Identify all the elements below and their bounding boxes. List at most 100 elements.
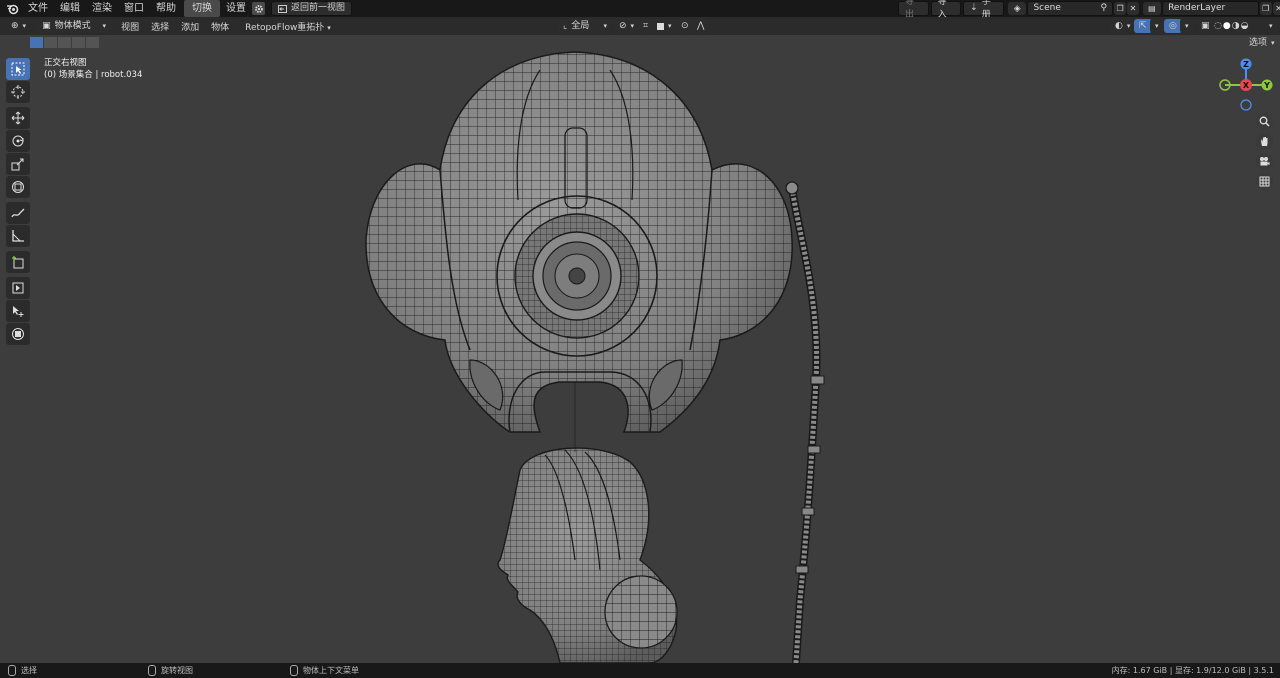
select-invert-icon[interactable] [72, 37, 85, 48]
perspective-toggle-button[interactable] [1256, 173, 1273, 190]
move-tool[interactable] [6, 107, 30, 129]
editor-type-icon: ⊕ [11, 21, 19, 31]
cursor-tool[interactable] [6, 81, 30, 103]
status-context-label: 物体上下文菜单 [303, 666, 359, 675]
blender-logo-icon[interactable] [4, 0, 20, 17]
visibility-dropdown[interactable]: ◐ ▾ [1110, 19, 1136, 33]
retopoflow-tool[interactable] [6, 277, 30, 299]
solid-shading-icon[interactable]: ● [1223, 19, 1231, 33]
gizmo-dropdown[interactable]: ▾ [1150, 19, 1164, 33]
measure-tool[interactable] [6, 225, 30, 247]
menu-view[interactable]: 视图 [115, 20, 145, 33]
rendered-shading-icon[interactable]: ◒ [1241, 19, 1249, 33]
mouse-middle-icon [148, 665, 156, 676]
gizmo-neg-z-axis[interactable] [1240, 99, 1252, 111]
rotate-tool[interactable] [6, 130, 30, 152]
zoom-button[interactable] [1256, 113, 1273, 130]
svg-text:X: X [1243, 81, 1250, 90]
mouse-right-icon [290, 665, 298, 676]
workspace-tab-switch[interactable]: 切换 [184, 0, 220, 17]
transform-orientation-dropdown[interactable]: ⌞ 全局 ▾ [558, 19, 612, 33]
scene-name-field[interactable]: Scene ⚲ [1027, 1, 1114, 16]
navigation-gizmo[interactable]: Z Y X [1214, 55, 1274, 115]
back-arrow-icon [278, 4, 287, 13]
wireframe-shading-icon[interactable]: ◌ [1214, 19, 1222, 33]
xray-icon: ▣ [1201, 21, 1210, 31]
back-to-previous-button[interactable]: 返回前一视图 [271, 1, 353, 16]
delete-layer-icon[interactable]: ✕ [1272, 2, 1280, 15]
cursor-plus-icon [13, 306, 24, 317]
menu-help[interactable]: 帮助 [150, 0, 182, 17]
menu-select[interactable]: 选择 [145, 20, 175, 33]
scale-tool[interactable] [6, 153, 30, 175]
options-dropdown[interactable]: 选项 ▾ [1244, 36, 1280, 50]
import-button[interactable]: 导入 [930, 0, 962, 20]
menu-add[interactable]: 添加 [175, 20, 205, 33]
snap-transform-tool[interactable] [6, 323, 30, 345]
camera-view-button[interactable] [1256, 153, 1273, 170]
snap-target-dropdown[interactable]: ▾ [652, 19, 677, 33]
menu-render[interactable]: 渲染 [86, 0, 118, 17]
snap-icon: ⌗ [643, 21, 649, 31]
overlays-dropdown[interactable]: ▾ [1180, 19, 1194, 33]
proportional-edit-toggle[interactable]: ⊙ [676, 19, 694, 33]
gizmo-toggle[interactable]: ⇱ [1134, 19, 1152, 33]
shading-dropdown[interactable]: ▾ [1264, 19, 1278, 33]
select-subtract-icon[interactable] [58, 37, 71, 48]
pan-button[interactable] [1256, 133, 1273, 150]
render-layer-icon[interactable]: ▤ [1142, 2, 1162, 15]
transform-tool[interactable] [6, 176, 30, 198]
tool-header: 选项 ▾ [0, 35, 1280, 51]
toolbar [6, 58, 32, 346]
viewport-info: 正交右视图 (0) 场景集合 | robot.034 [44, 57, 142, 81]
delete-scene-icon[interactable]: ✕ [1127, 2, 1139, 15]
hand-icon [1261, 137, 1268, 146]
scene-name: Scene [1033, 3, 1061, 13]
material-shading-icon[interactable]: ◑ [1232, 19, 1240, 33]
snap-toggle[interactable]: ⌗ [638, 19, 654, 33]
scene-icon[interactable]: ◈ [1008, 2, 1027, 15]
retopoflow-menu[interactable]: RetopoFlow重拓扑 ▾ [239, 20, 337, 33]
snap-transform-icon [12, 328, 24, 340]
gear-icon[interactable] [252, 2, 265, 15]
pin-icon[interactable]: ⚲ [1100, 2, 1107, 15]
pivot-dropdown[interactable]: ⊘ ▾ [614, 19, 640, 33]
snap-target-icon [657, 22, 664, 30]
new-scene-icon[interactable]: ❐ [1114, 2, 1127, 15]
new-layer-icon[interactable]: ❐ [1259, 2, 1272, 15]
collection-info: (0) 场景集合 | robot.034 [44, 70, 143, 80]
shading-modes[interactable]: ◌ ● ◑ ◒ [1212, 19, 1251, 33]
menu-edit[interactable]: 编辑 [54, 0, 86, 17]
select-extend-icon[interactable] [44, 37, 57, 48]
overlays-icon: ◎ [1169, 21, 1177, 31]
helmet-mesh[interactable] [365, 51, 793, 433]
svg-text:Y: Y [1263, 81, 1270, 90]
export-button[interactable]: 导出 [898, 0, 929, 20]
mode-dropdown[interactable]: ▣ 物体模式 ▾ [37, 19, 112, 33]
menu-window[interactable]: 窗口 [118, 0, 150, 17]
character-head-mesh[interactable] [497, 447, 678, 663]
menu-object[interactable]: 物体 [205, 20, 235, 33]
rotate-icon [12, 135, 24, 147]
render-layer-field[interactable]: RenderLayer [1162, 1, 1259, 16]
select-extra-tool[interactable] [6, 300, 30, 322]
gizmo-icon: ⇱ [1139, 21, 1147, 31]
select-box-tool[interactable] [6, 58, 30, 80]
falloff-dropdown[interactable]: ⋀ [692, 19, 710, 33]
selection-mode-buttons [30, 37, 99, 48]
add-cube-tool[interactable] [6, 251, 30, 273]
zoom-icon [1259, 116, 1270, 127]
viewport-3d[interactable] [0, 51, 1280, 663]
select-new-icon[interactable] [30, 37, 43, 48]
manual-button[interactable]: ⇣ 手册 [963, 0, 1005, 20]
add-cube-icon [12, 256, 24, 269]
camera-icon [1260, 157, 1270, 166]
mode-label: 物体模式 [54, 21, 91, 31]
cursor-3d-icon [11, 85, 25, 99]
editor-type-dropdown[interactable]: ⊕ ▾ [6, 19, 31, 33]
eye-icon: ◐ [1115, 21, 1123, 31]
menu-file[interactable]: 文件 [22, 0, 54, 17]
select-intersect-icon[interactable] [86, 37, 99, 48]
workspace-tab-settings[interactable]: 设置 [220, 0, 252, 17]
annotate-tool[interactable] [6, 202, 30, 224]
